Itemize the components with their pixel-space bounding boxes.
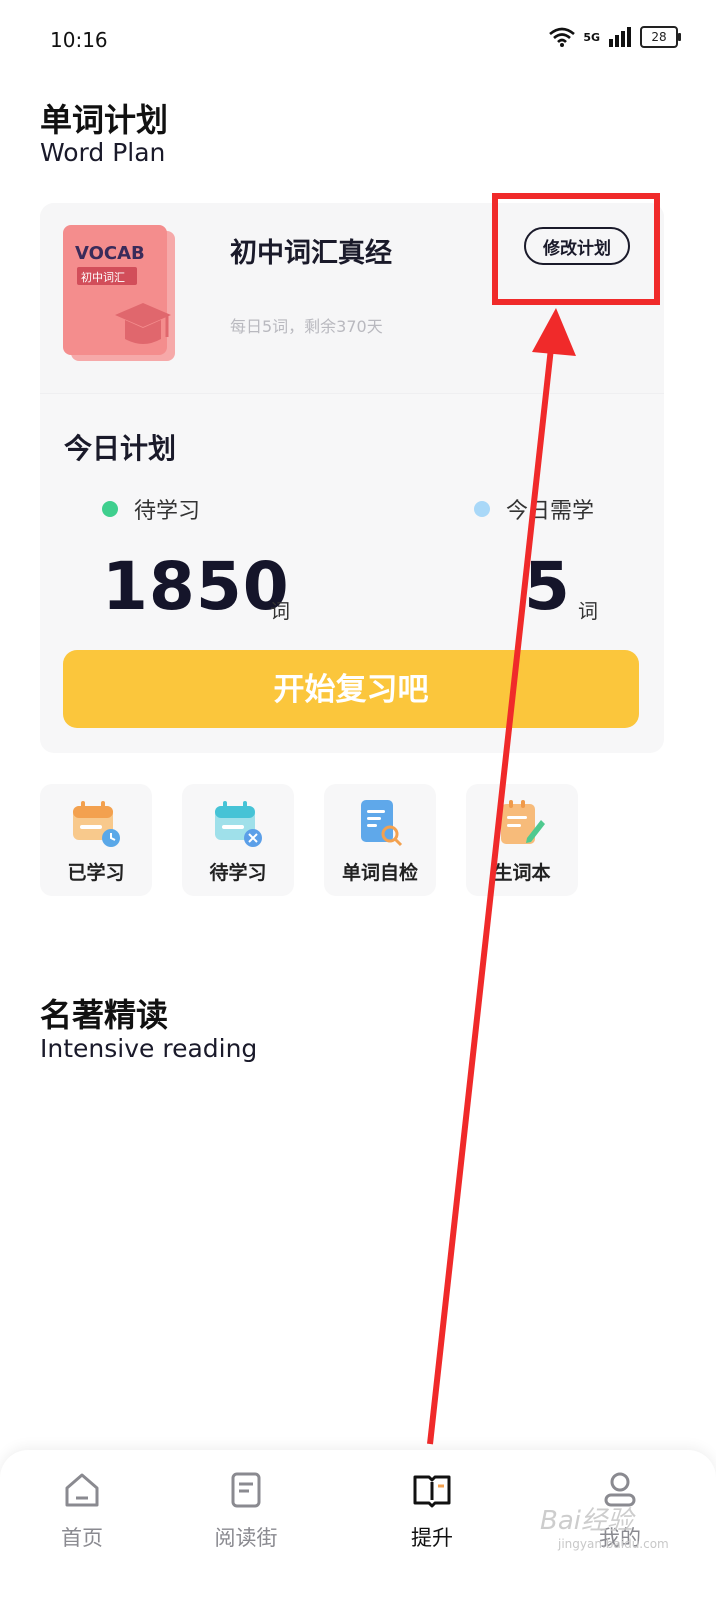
book-progress: 每日5词，剩余370天 — [230, 317, 383, 336]
status-time: 10:16 — [50, 28, 108, 52]
network-type: 5G — [583, 30, 600, 44]
tab-reading-label: 阅读街 — [214, 1526, 278, 1550]
book-title: 初中词汇真经 — [230, 238, 392, 269]
tab-reading[interactable]: 阅读街 — [186, 1470, 306, 1552]
tool-grid: 已学习 待学习 单词自检 生词本 — [40, 784, 578, 896]
watermark-logo: Bai经验 — [540, 1506, 633, 1536]
pending-unit: 词 — [270, 599, 290, 623]
tool-self-check-label: 单词自检 — [341, 862, 418, 884]
tool-pending-label: 待学习 — [209, 862, 267, 884]
word-plan-title: 单词计划 — [40, 101, 169, 139]
need-unit: 词 — [578, 599, 598, 623]
calendar-x-icon — [215, 801, 262, 847]
tool-self-check[interactable]: 单词自检 — [324, 784, 436, 896]
word-plan-subtitle: Word Plan — [40, 138, 166, 167]
reading-icon — [231, 1472, 261, 1508]
tool-notebook[interactable]: 生词本 — [466, 784, 578, 896]
start-review-button[interactable]: 开始复习吧 — [63, 650, 639, 728]
pending-dot-icon — [102, 501, 118, 517]
reading-title: 名著精读 — [40, 996, 169, 1034]
reading-subtitle: Intensive reading — [40, 1034, 258, 1063]
need-legend: 今日需学 — [474, 493, 594, 525]
notebook-pen-icon — [501, 800, 545, 844]
watermark-url: jingyan.baidu.com — [558, 1537, 669, 1551]
status-bar: 10:16 5G 28 — [0, 0, 716, 80]
signal-icon — [609, 27, 631, 47]
tool-learned-label: 已学习 — [67, 862, 125, 884]
calendar-clock-icon — [73, 801, 120, 847]
pending-label: 待学习 — [134, 499, 201, 524]
book-cover-tag: 初中词汇 — [81, 270, 125, 284]
need-label: 今日需学 — [506, 499, 595, 524]
need-count: 5 — [524, 548, 571, 625]
tool-learned[interactable]: 已学习 — [40, 784, 152, 896]
book-open-icon — [413, 1475, 451, 1508]
tab-home[interactable]: 首页 — [22, 1470, 142, 1552]
annotation-highlight-box — [492, 193, 660, 305]
need-dot-icon — [474, 501, 490, 517]
tool-pending[interactable]: 待学习 — [182, 784, 294, 896]
pending-legend: 待学习 — [102, 493, 200, 525]
today-plan-title: 今日计划 — [64, 432, 177, 465]
home-icon — [65, 1473, 99, 1507]
wifi-icon — [549, 27, 576, 47]
battery-indicator: 28 — [640, 26, 681, 48]
tab-home-label: 首页 — [61, 1526, 103, 1550]
book-cover-icon: VOCAB 初中词汇 — [63, 225, 175, 361]
book-cover-title: VOCAB — [75, 243, 145, 264]
tab-improve-label: 提升 — [411, 1526, 453, 1550]
status-icons: 5G 28 — [549, 26, 681, 48]
document-search-icon — [361, 800, 403, 847]
tab-improve[interactable]: 提升 — [372, 1470, 492, 1552]
pending-count: 1850 — [102, 548, 290, 625]
tool-notebook-label: 生词本 — [493, 862, 551, 884]
